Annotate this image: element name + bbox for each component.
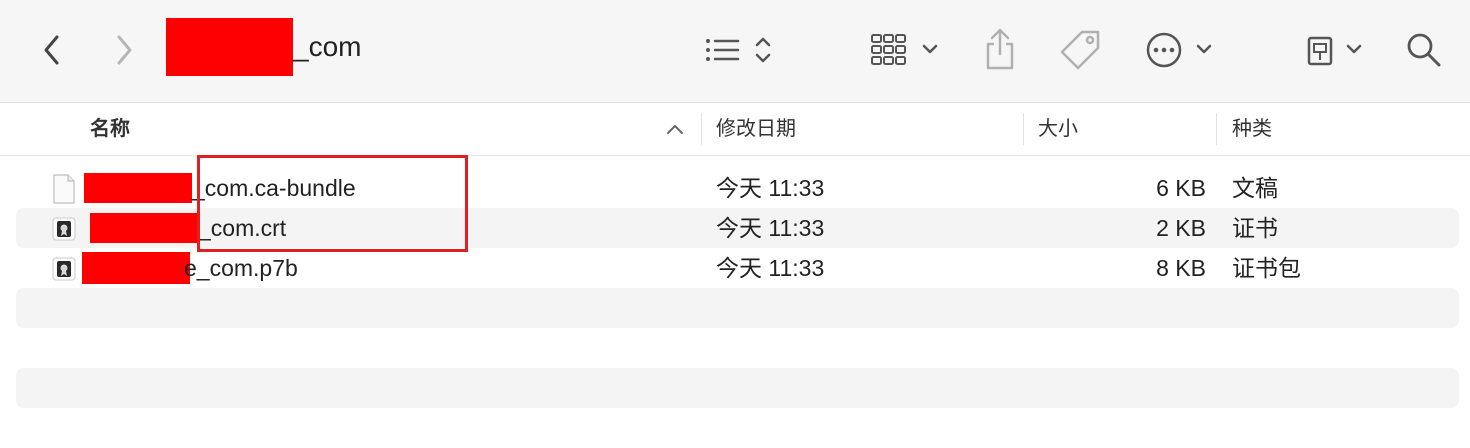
- chevron-right-icon: [117, 35, 132, 65]
- file-name-text: e_com.p7b: [184, 255, 298, 281]
- file-modified: 今天 11:33: [716, 255, 825, 281]
- forward-button[interactable]: [108, 30, 140, 70]
- column-separator[interactable]: [701, 113, 702, 145]
- chevron-left-icon: [44, 35, 59, 65]
- file-kind: 文稿: [1232, 175, 1278, 201]
- window-title-text: _com: [293, 31, 362, 62]
- view-mode-button[interactable]: [700, 30, 780, 70]
- empty-row: [16, 368, 1459, 408]
- search-icon: [1407, 33, 1441, 67]
- redaction-block: [90, 213, 198, 243]
- redaction-block: [82, 252, 190, 284]
- empty-row: [16, 288, 1459, 328]
- usb-drive-icon: [1307, 36, 1362, 66]
- column-header-bar: 名称 修改日期 大小 种类: [0, 103, 1470, 156]
- search-button[interactable]: [1404, 30, 1444, 70]
- file-kind: 证书包: [1232, 255, 1301, 281]
- redaction-block: [84, 173, 192, 203]
- file-kind: 证书: [1232, 215, 1278, 241]
- window-title: _com: [166, 18, 361, 76]
- device-button[interactable]: [1304, 30, 1368, 70]
- redaction-block: [166, 18, 293, 76]
- column-header-kind[interactable]: 种类: [1232, 103, 1272, 155]
- column-header-size[interactable]: 大小: [1038, 103, 1078, 155]
- more-actions-button[interactable]: [1144, 30, 1216, 70]
- share-button[interactable]: [982, 26, 1018, 72]
- sort-ascending-icon[interactable]: [666, 123, 684, 135]
- document-icon: [53, 174, 75, 204]
- file-size: 8 KB: [1156, 255, 1206, 281]
- ellipsis-circle-icon: [1146, 32, 1212, 68]
- window-toolbar: _com: [0, 0, 1470, 103]
- tag-button[interactable]: [1058, 28, 1102, 72]
- file-name: e_com.p7b: [82, 248, 298, 288]
- column-separator[interactable]: [1023, 113, 1024, 145]
- certificate-icon: [52, 217, 76, 241]
- file-modified: 今天 11:33: [716, 215, 825, 241]
- list-view-icon: [706, 37, 771, 63]
- share-icon: [986, 28, 1014, 70]
- highlight-annotation-box: [197, 155, 468, 252]
- group-button[interactable]: [868, 30, 944, 70]
- back-button[interactable]: [36, 30, 68, 70]
- column-header-name[interactable]: 名称: [90, 103, 130, 155]
- file-modified: 今天 11:33: [716, 175, 825, 201]
- certificate-icon: [52, 257, 76, 281]
- column-header-modified[interactable]: 修改日期: [716, 103, 796, 155]
- table-row[interactable]: e_com.p7b 今天 11:33 8 KB 证书包: [16, 248, 1459, 288]
- file-size: 2 KB: [1156, 215, 1206, 241]
- tag-icon: [1060, 30, 1100, 70]
- file-size: 6 KB: [1156, 175, 1206, 201]
- grid-group-icon: [871, 34, 938, 65]
- column-separator[interactable]: [1216, 113, 1217, 145]
